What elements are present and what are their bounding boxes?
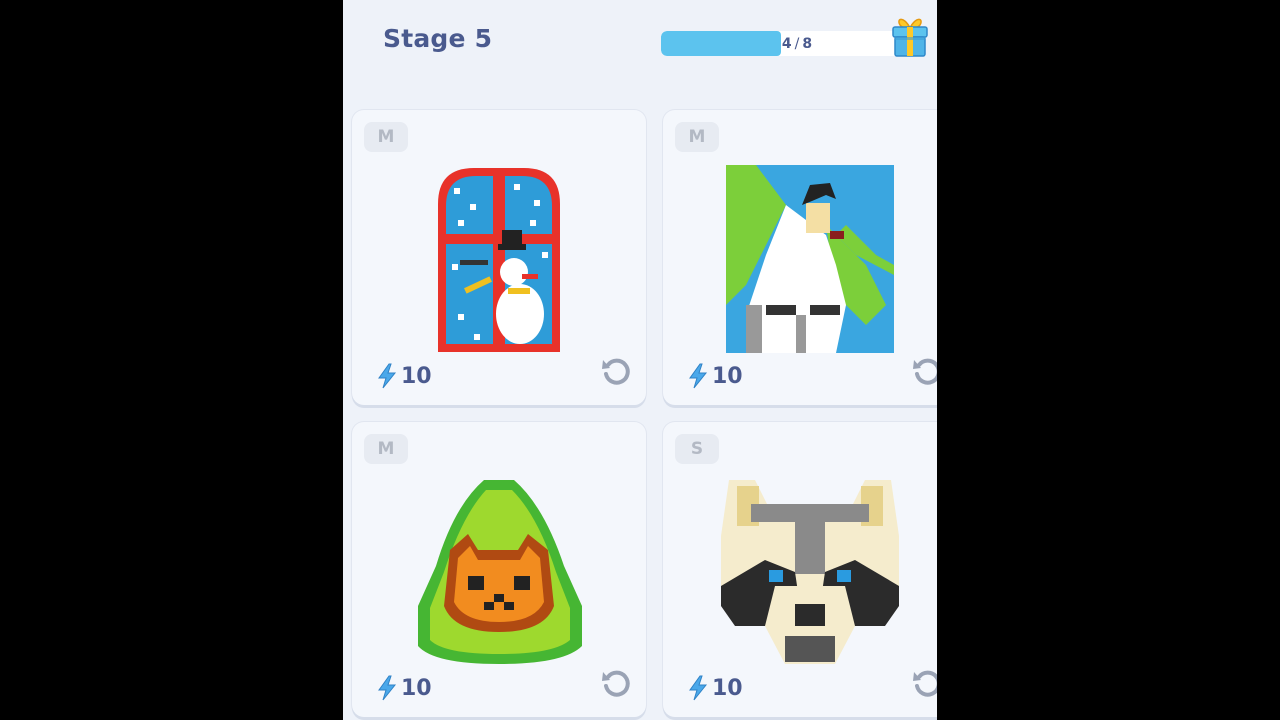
energy-cost: 10 bbox=[376, 363, 432, 389]
size-badge: M bbox=[364, 434, 408, 464]
progress-separator: / bbox=[794, 35, 800, 52]
size-badge: S bbox=[675, 434, 719, 464]
game-screen: Stage 5 4 / 8 M 10 M 10 M 10 S 10 bbox=[343, 0, 937, 720]
energy-value: 10 bbox=[401, 363, 432, 389]
lightning-icon bbox=[689, 675, 708, 701]
puzzle-card-snowman-window[interactable]: M 10 bbox=[352, 110, 646, 405]
energy-value: 10 bbox=[712, 675, 743, 701]
energy-cost: 10 bbox=[376, 675, 432, 701]
energy-cost: 10 bbox=[687, 363, 743, 389]
lightning-icon bbox=[378, 675, 397, 701]
puzzle-card-raccoon[interactable]: S 10 bbox=[663, 422, 937, 717]
energy-cost: 10 bbox=[687, 675, 743, 701]
progress-current: 4 bbox=[781, 35, 792, 52]
reset-icon[interactable] bbox=[911, 355, 937, 387]
snowman-window-icon bbox=[438, 168, 560, 352]
raccoon-face-icon bbox=[721, 480, 899, 664]
progress-text: 4 / 8 bbox=[661, 31, 901, 56]
energy-value: 10 bbox=[401, 675, 432, 701]
reset-icon[interactable] bbox=[600, 355, 632, 387]
stage-title: Stage 5 bbox=[383, 24, 493, 53]
stage-progress-bar: 4 / 8 bbox=[661, 31, 901, 56]
avocado-cat-icon bbox=[418, 480, 582, 664]
lightning-icon bbox=[689, 363, 708, 389]
reset-icon[interactable] bbox=[911, 667, 937, 699]
person-portrait-icon bbox=[726, 165, 894, 353]
puzzle-card-avocado-cat[interactable]: M 10 bbox=[352, 422, 646, 717]
size-badge: M bbox=[364, 122, 408, 152]
size-badge: M bbox=[675, 122, 719, 152]
energy-value: 10 bbox=[712, 363, 743, 389]
reset-icon[interactable] bbox=[600, 667, 632, 699]
lightning-icon bbox=[378, 363, 397, 389]
puzzle-card-portrait[interactable]: M 10 bbox=[663, 110, 937, 405]
gift-icon[interactable] bbox=[891, 14, 929, 58]
progress-total: 8 bbox=[802, 35, 813, 52]
